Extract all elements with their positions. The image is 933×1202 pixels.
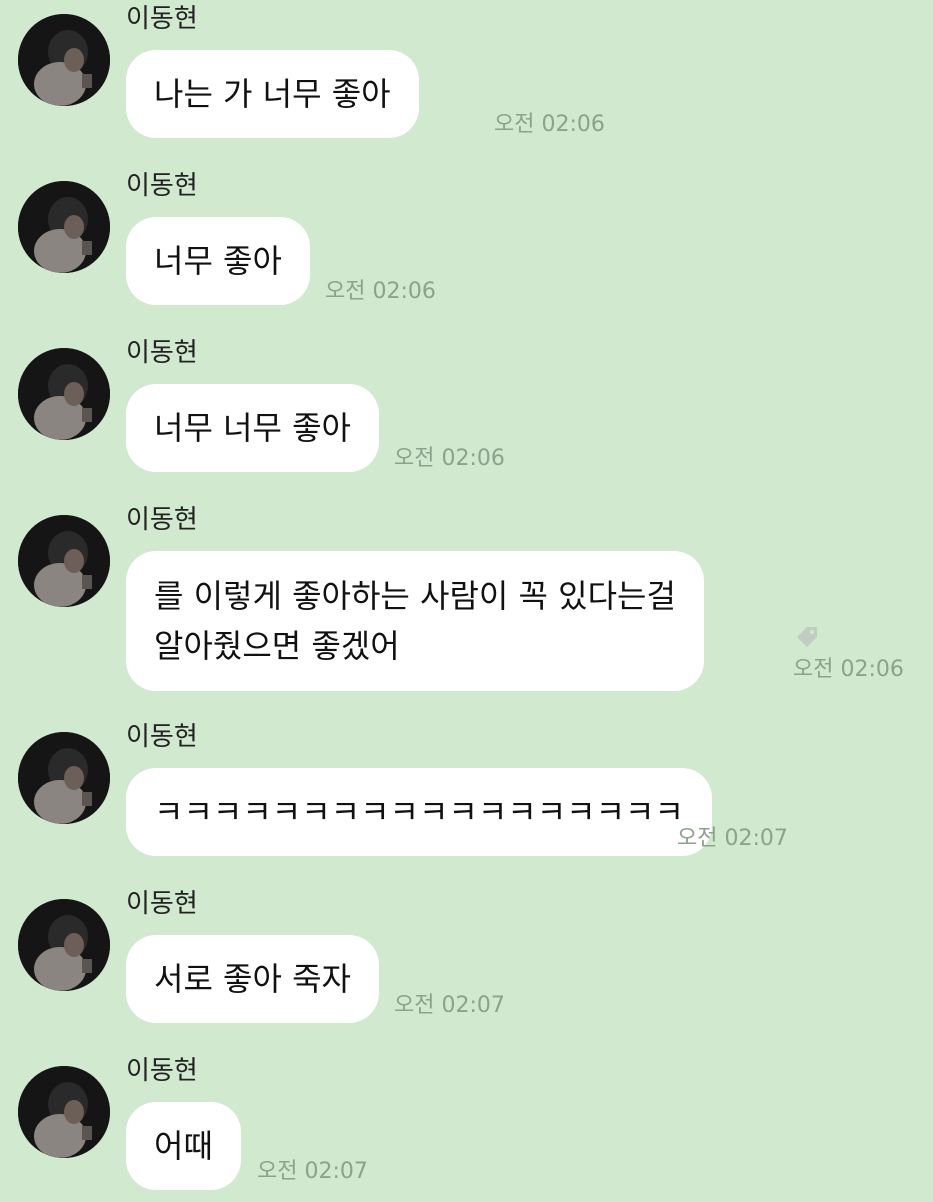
sender-name: 이동현 bbox=[126, 338, 198, 368]
avatar[interactable] bbox=[18, 732, 110, 824]
sender-name: 이동현 bbox=[126, 1056, 198, 1086]
message-time: 오전 02:06 bbox=[793, 657, 904, 682]
message-bubble[interactable]: 서로 좋아 죽자 bbox=[126, 935, 379, 1023]
message-time: 오전 02:07 bbox=[257, 1159, 368, 1184]
message-row: 이동현 너무 너무 좋아 오전 02:06 bbox=[0, 334, 933, 484]
sender-name: 이동현 bbox=[126, 171, 198, 201]
sender-name: 이동현 bbox=[126, 4, 198, 34]
message-row: 이동현 ㅋㅋㅋㅋㅋㅋㅋㅋㅋㅋㅋㅋㅋㅋㅋㅋㅋㅋ 오전 02:07 bbox=[0, 718, 933, 868]
avatar[interactable] bbox=[18, 899, 110, 991]
sender-name: 이동현 bbox=[126, 889, 198, 919]
message-row: 이동현 너무 좋아 오전 02:06 bbox=[0, 167, 933, 317]
message-bubble[interactable]: 너무 너무 좋아 bbox=[126, 384, 379, 472]
sender-name: 이동현 bbox=[126, 722, 198, 752]
message-row: 이동현 서로 좋아 죽자 오전 02:07 bbox=[0, 885, 933, 1035]
message-bubble[interactable]: 어때 bbox=[126, 1102, 241, 1190]
message-time: 오전 02:06 bbox=[394, 446, 505, 471]
message-time: 오전 02:06 bbox=[494, 112, 605, 137]
message-time: 오전 02:06 bbox=[325, 279, 436, 304]
avatar[interactable] bbox=[18, 1066, 110, 1158]
message-line: 를 이렇게 좋아하는 사람이 꼭 있다는걸 bbox=[154, 577, 676, 615]
sender-name: 이동현 bbox=[126, 505, 198, 535]
message-row: 이동현 나는 가 너무 좋아 오전 02:06 bbox=[0, 0, 933, 150]
avatar[interactable] bbox=[18, 181, 110, 273]
tag-icon[interactable] bbox=[794, 623, 820, 655]
chat-area: 이동현 나는 가 너무 좋아 오전 02:06 이동현 너무 좋아 오전 02:… bbox=[0, 0, 933, 1200]
avatar[interactable] bbox=[18, 348, 110, 440]
avatar[interactable] bbox=[18, 14, 110, 106]
message-row: 이동현 어때 오전 02:07 bbox=[0, 1052, 933, 1202]
message-time: 오전 02:07 bbox=[677, 826, 788, 851]
message-bubble[interactable]: ㅋㅋㅋㅋㅋㅋㅋㅋㅋㅋㅋㅋㅋㅋㅋㅋㅋㅋ bbox=[126, 768, 712, 856]
message-line: 알아줬으면 좋겠어 bbox=[154, 627, 400, 665]
message-row: 이동현 를 이렇게 좋아하는 사람이 꼭 있다는걸 알아줬으면 좋겠어 오전 0… bbox=[0, 501, 933, 701]
message-bubble[interactable]: 를 이렇게 좋아하는 사람이 꼭 있다는걸 알아줬으면 좋겠어 bbox=[126, 551, 704, 691]
message-bubble[interactable]: 너무 좋아 bbox=[126, 217, 310, 305]
message-bubble[interactable]: 나는 가 너무 좋아 bbox=[126, 50, 419, 138]
avatar[interactable] bbox=[18, 515, 110, 607]
message-time: 오전 02:07 bbox=[394, 993, 505, 1018]
